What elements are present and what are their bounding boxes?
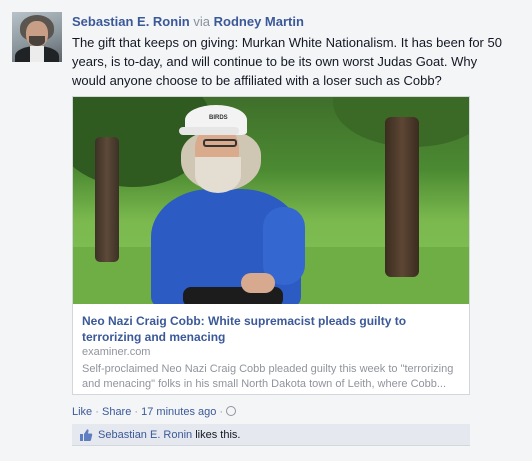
likes-suffix: likes this. xyxy=(195,429,241,441)
globe-icon[interactable] xyxy=(226,406,237,416)
share-link[interactable]: Share xyxy=(102,406,131,418)
post-actions: Like · Share · 17 minutes ago · xyxy=(72,405,237,419)
timestamp-link[interactable]: 17 minutes ago xyxy=(141,406,216,418)
man-cap-brim xyxy=(179,127,239,135)
author-avatar[interactable] xyxy=(12,12,62,62)
via-label: via xyxy=(193,14,210,29)
man-glasses xyxy=(203,139,237,147)
avatar-collar xyxy=(30,46,44,62)
via-author-link[interactable]: Rodney Martin xyxy=(214,14,304,29)
cap-logo-text: BIRDS xyxy=(209,115,228,121)
link-attachment[interactable]: BIRDS Neo Nazi Craig Cobb: White suprema… xyxy=(72,96,470,395)
man-hand xyxy=(241,273,275,293)
post-header: Sebastian E. Ronin via Rodney Martin xyxy=(72,13,304,30)
attachment-domain: examiner.com xyxy=(82,346,151,358)
man-beard xyxy=(195,157,241,193)
post-message: The gift that keeps on giving: Murkan Wh… xyxy=(72,35,502,88)
separator: · xyxy=(134,406,139,418)
separator: · xyxy=(219,406,224,418)
like-link[interactable]: Like xyxy=(72,406,92,418)
attachment-photo[interactable]: BIRDS xyxy=(73,97,469,304)
tree-trunk xyxy=(385,117,419,277)
avatar-beard xyxy=(29,36,45,46)
attachment-title-link[interactable]: Neo Nazi Craig Cobb: White supremacist p… xyxy=(82,313,462,345)
author-name-link[interactable]: Sebastian E. Ronin xyxy=(72,14,190,29)
separator: · xyxy=(95,406,99,418)
thumbs-up-icon xyxy=(80,429,93,441)
tree-trunk xyxy=(95,137,119,262)
attachment-description: Self-proclaimed Neo Nazi Craig Cobb plea… xyxy=(82,363,454,390)
liker-name-link[interactable]: Sebastian E. Ronin xyxy=(98,429,192,441)
likes-bar: Sebastian E. Ronin likes this. xyxy=(72,424,470,446)
post-container: Sebastian E. Ronin via Rodney Martin The… xyxy=(0,0,532,461)
